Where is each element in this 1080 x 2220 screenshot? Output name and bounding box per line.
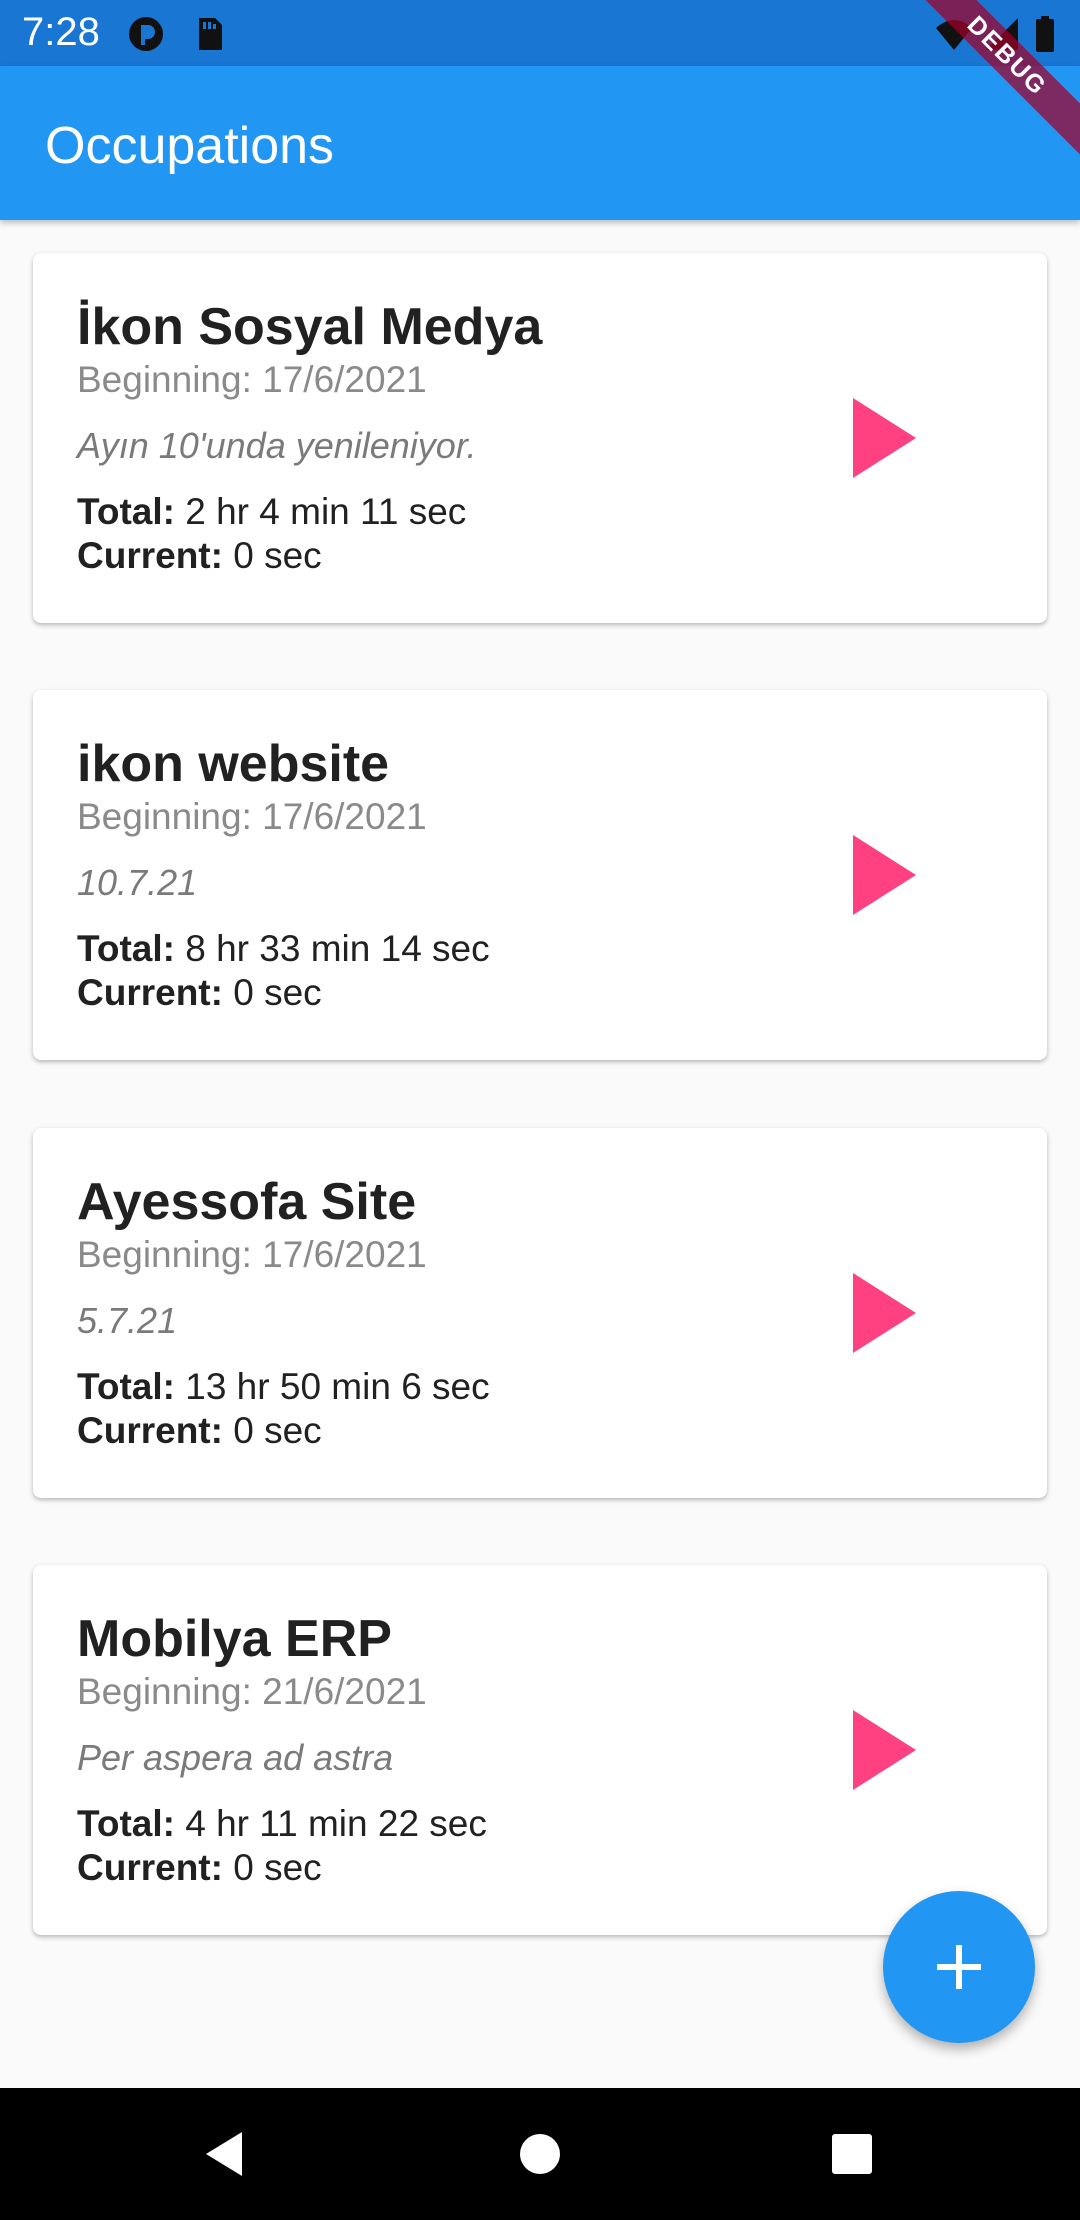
total-label: Total: [77,928,175,969]
home-icon [520,2134,560,2174]
occupation-note: 10.7.21 [77,862,198,903]
occupation-total: Total: 2 hr 4 min 11 sec [77,491,466,533]
back-icon [206,2132,242,2176]
play-icon [853,1273,916,1353]
occupation-card[interactable]: Ayessofa Site Beginning: 17/6/2021 5.7.2… [33,1128,1047,1498]
occupation-card[interactable]: İkon Sosyal Medya Beginning: 17/6/2021 A… [33,253,1047,623]
play-button[interactable] [833,388,933,488]
total-label: Total: [77,1803,175,1844]
occupation-note: Ayın 10'unda yenileniyor. [77,425,477,466]
occupation-total: Total: 8 hr 33 min 14 sec [77,928,490,970]
screen: 7:28 Occupations DEBUG İkon Sosyal Medya… [0,0,1080,2220]
occupation-current: Current: 0 sec [77,1410,322,1452]
home-button[interactable] [514,2128,566,2180]
back-button[interactable] [200,2128,252,2180]
current-label: Current: [77,535,223,576]
occupation-current: Current: 0 sec [77,972,322,1014]
occupation-beginning: Beginning: 21/6/2021 [77,1671,427,1712]
current-label: Current: [77,1847,223,1888]
current-label: Current: [77,1410,223,1451]
status-time: 7:28 [22,10,100,54]
status-bar: 7:28 [0,0,1080,66]
occupation-beginning: Beginning: 17/6/2021 [77,1234,427,1275]
occupation-title: İkon Sosyal Medya [77,298,543,356]
occupation-beginning: Beginning: 17/6/2021 [77,796,427,837]
occupation-note: 5.7.21 [77,1300,178,1341]
recents-button[interactable] [826,2128,878,2180]
add-icon [937,1945,981,1989]
occupation-title: Ayessofa Site [77,1173,417,1231]
current-value: 0 sec [233,535,322,576]
current-value: 0 sec [233,1847,322,1888]
occupation-current: Current: 0 sec [77,535,322,577]
play-button[interactable] [833,1263,933,1363]
recents-icon [832,2134,872,2174]
play-button[interactable] [833,825,933,925]
total-label: Total: [77,1366,175,1407]
occupation-current: Current: 0 sec [77,1847,322,1889]
occupation-card[interactable]: Mobilya ERP Beginning: 21/6/2021 Per asp… [33,1565,1047,1935]
total-label: Total: [77,491,175,532]
occupation-title: Mobilya ERP [77,1610,392,1668]
sd-card-icon [188,14,228,54]
total-value: 13 hr 50 min 6 sec [185,1366,490,1407]
app-bar: Occupations [0,66,1080,220]
occupation-beginning: Beginning: 17/6/2021 [77,359,427,400]
page-title: Occupations [45,117,335,175]
play-icon [853,835,916,915]
app-notification-icon [126,14,166,54]
occupation-card[interactable]: ikon website Beginning: 17/6/2021 10.7.2… [33,690,1047,1060]
current-label: Current: [77,972,223,1013]
total-value: 8 hr 33 min 14 sec [185,928,490,969]
current-value: 0 sec [233,972,322,1013]
total-value: 2 hr 4 min 11 sec [185,491,467,532]
current-value: 0 sec [233,1410,322,1451]
occupation-total: Total: 4 hr 11 min 22 sec [77,1803,487,1845]
system-nav-bar [0,2088,1080,2220]
battery-icon [1030,14,1060,54]
occupation-note: Per aspera ad astra [77,1737,394,1778]
play-button[interactable] [833,1700,933,1800]
play-icon [853,1710,916,1790]
total-value: 4 hr 11 min 22 sec [185,1803,487,1844]
play-icon [853,398,916,478]
occupation-title: ikon website [77,735,390,793]
occupation-total: Total: 13 hr 50 min 6 sec [77,1366,490,1408]
add-occupation-button[interactable] [883,1891,1035,2043]
